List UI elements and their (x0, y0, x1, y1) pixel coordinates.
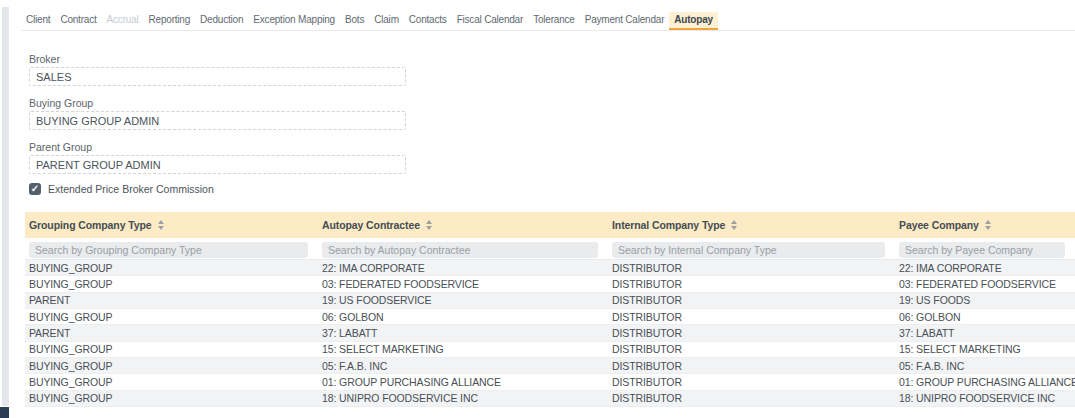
cell: 15: SELECT MARKETING (895, 343, 1075, 355)
cell: 37: LABATT (318, 327, 608, 339)
cell: DISTRIBUTOR (608, 327, 895, 339)
cell: 15: SELECT MARKETING (318, 343, 608, 355)
filter-input-autopay-contractee[interactable] (322, 242, 598, 258)
broker-label: Broker (29, 53, 1075, 66)
cell: 18: UNIPRO FOODSERVICE INC (318, 392, 608, 404)
sort-icon[interactable] (158, 220, 164, 230)
table-row[interactable]: BUYING_GROUP22: IMA CORPORATEDISTRIBUTOR… (25, 260, 1075, 276)
left-scrollbar-track[interactable] (2, 7, 9, 406)
check-icon: ✓ (31, 184, 39, 194)
cell: DISTRIBUTOR (608, 294, 895, 306)
cell: 22: IMA CORPORATE (895, 262, 1075, 274)
tab-bar: ClientContractAccrualReportingDeductionE… (21, 0, 1075, 31)
column-header-label: Autopay Contractee (322, 219, 420, 231)
buying-group-label: Buying Group (29, 97, 1075, 110)
cell: 05: F.A.B. INC (318, 360, 608, 372)
cell: 19: US FOODSERVICE (318, 294, 608, 306)
cell: DISTRIBUTOR (608, 376, 895, 388)
filter-cell (608, 240, 895, 258)
field-parent-group: Parent Group (29, 141, 1075, 174)
cell: 19: US FOODS (895, 294, 1075, 306)
table-row[interactable]: BUYING_GROUP18: UNIPRO FOODSERVICE INCDI… (25, 391, 1075, 407)
cell: DISTRIBUTOR (608, 392, 895, 404)
cell: 03: FEDERATED FOODSERVICE (895, 278, 1075, 290)
cell: 37: LABATT (895, 327, 1075, 339)
filter-cell (318, 240, 608, 258)
tab-claim[interactable]: Claim (369, 12, 404, 30)
cell: PARENT (25, 294, 318, 306)
cell: BUYING_GROUP (25, 392, 318, 404)
tab-exception-mapping[interactable]: Exception Mapping (248, 12, 340, 30)
cell: 05: F.A.B. INC (895, 360, 1075, 372)
autopay-table: Grouping Company Type Autopay Contractee I… (25, 212, 1075, 407)
tab-tolerance[interactable]: Tolerance (528, 12, 580, 30)
buying-group-input[interactable] (29, 111, 406, 130)
cell: BUYING_GROUP (25, 376, 318, 388)
filter-input-grouping-company-type[interactable] (29, 242, 308, 258)
table-row[interactable]: PARENT19: US FOODSERVICEDISTRIBUTOR19: U… (25, 293, 1075, 309)
tab-fiscal-calendar[interactable]: Fiscal Calendar (452, 12, 528, 30)
tab-contract[interactable]: Contract (55, 12, 101, 30)
cell: 06: GOLBON (318, 311, 608, 323)
cell: DISTRIBUTOR (608, 311, 895, 323)
column-header-autopay-contractee[interactable]: Autopay Contractee (318, 219, 608, 231)
sort-icon[interactable] (426, 220, 432, 230)
table-row[interactable]: BUYING_GROUP06: GOLBONDISTRIBUTOR06: GOL… (25, 309, 1075, 325)
cell: DISTRIBUTOR (608, 343, 895, 355)
cell: BUYING_GROUP (25, 360, 318, 372)
field-buying-group: Buying Group (29, 97, 1075, 130)
column-header-label: Grouping Company Type (29, 219, 152, 231)
cell: 01: GROUP PURCHASING ALLIANCE (895, 376, 1075, 388)
extended-price-checkbox[interactable]: ✓ (29, 183, 41, 195)
column-header-grouping-company-type[interactable]: Grouping Company Type (25, 219, 318, 231)
tab-autopay[interactable]: Autopay (669, 12, 718, 30)
cell: BUYING_GROUP (25, 343, 318, 355)
parent-group-label: Parent Group (29, 141, 1075, 154)
table-filter-row (25, 238, 1075, 260)
left-scrollbar-thumb[interactable] (0, 407, 9, 418)
table-row[interactable]: PARENT37: LABATTDISTRIBUTOR37: LABATT (25, 325, 1075, 341)
tab-bots[interactable]: Bots (340, 12, 369, 30)
broker-input[interactable] (29, 67, 406, 86)
tab-accrual: Accrual (102, 12, 144, 30)
filter-input-payee-company[interactable] (899, 242, 1065, 258)
cell: BUYING_GROUP (25, 278, 318, 290)
column-header-label: Payee Company (899, 219, 979, 231)
cell: DISTRIBUTOR (608, 278, 895, 290)
table-row[interactable]: BUYING_GROUP01: GROUP PURCHASING ALLIANC… (25, 374, 1075, 390)
filter-cell (895, 240, 1075, 258)
cell: 18: UNIPRO FOODSERVICE INC (895, 392, 1075, 404)
filter-cell (25, 240, 318, 258)
column-header-payee-company[interactable]: Payee Company (895, 219, 1075, 231)
table-body: BUYING_GROUP22: IMA CORPORATEDISTRIBUTOR… (25, 260, 1075, 407)
field-broker: Broker (29, 53, 1075, 86)
cell: BUYING_GROUP (25, 311, 318, 323)
cell: PARENT (25, 327, 318, 339)
table-row[interactable]: BUYING_GROUP05: F.A.B. INCDISTRIBUTOR05:… (25, 358, 1075, 374)
cell: 22: IMA CORPORATE (318, 262, 608, 274)
cell: BUYING_GROUP (25, 262, 318, 274)
cell: DISTRIBUTOR (608, 262, 895, 274)
form-fields: Broker Buying Group Parent Group (25, 53, 1075, 174)
cell: 01: GROUP PURCHASING ALLIANCE (318, 376, 608, 388)
sort-icon[interactable] (731, 220, 737, 230)
tab-deduction[interactable]: Deduction (195, 12, 248, 30)
table-row[interactable]: BUYING_GROUP03: FEDERATED FOODSERVICEDIS… (25, 276, 1075, 292)
table-header-row: Grouping Company Type Autopay Contractee I… (25, 212, 1075, 238)
extended-price-checkbox-row: ✓ Extended Price Broker Commission (29, 183, 1075, 195)
table-row[interactable]: BUYING_GROUP15: SELECT MARKETINGDISTRIBU… (25, 342, 1075, 358)
tab-client[interactable]: Client (21, 12, 55, 30)
parent-group-input[interactable] (29, 155, 406, 174)
cell: DISTRIBUTOR (608, 360, 895, 372)
tab-payment-calendar[interactable]: Payment Calendar (580, 12, 670, 30)
tab-reporting[interactable]: Reporting (144, 12, 196, 30)
cell: 03: FEDERATED FOODSERVICE (318, 278, 608, 290)
cell: 06: GOLBON (895, 311, 1075, 323)
filter-input-internal-company-type[interactable] (612, 242, 885, 258)
extended-price-checkbox-label: Extended Price Broker Commission (48, 183, 214, 195)
tab-contacts[interactable]: Contacts (404, 12, 452, 30)
sort-icon[interactable] (985, 220, 991, 230)
column-header-label: Internal Company Type (612, 219, 725, 231)
column-header-internal-company-type[interactable]: Internal Company Type (608, 219, 895, 231)
